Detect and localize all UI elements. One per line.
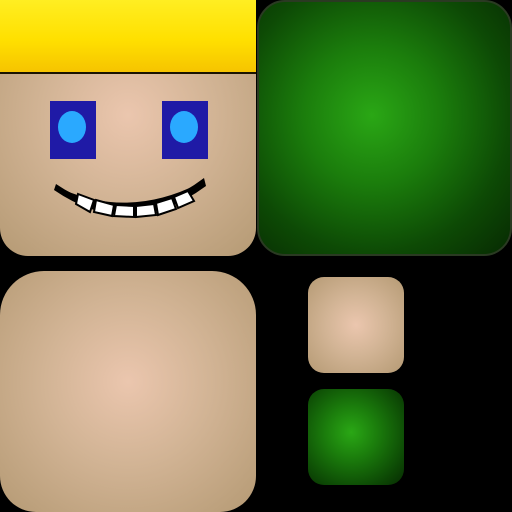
skin-small-tile: [308, 277, 404, 373]
face-tile: [0, 0, 256, 256]
green-small-tile: [308, 389, 404, 485]
right-pupil: [170, 111, 198, 143]
left-eye: [50, 101, 96, 159]
green-large-tile: [257, 0, 512, 256]
texture-atlas: [0, 0, 512, 512]
skin-large-tile: [0, 271, 256, 512]
hair: [0, 0, 256, 74]
mouth-grin: [54, 178, 206, 219]
left-pupil: [58, 111, 86, 143]
right-eye: [162, 101, 208, 159]
